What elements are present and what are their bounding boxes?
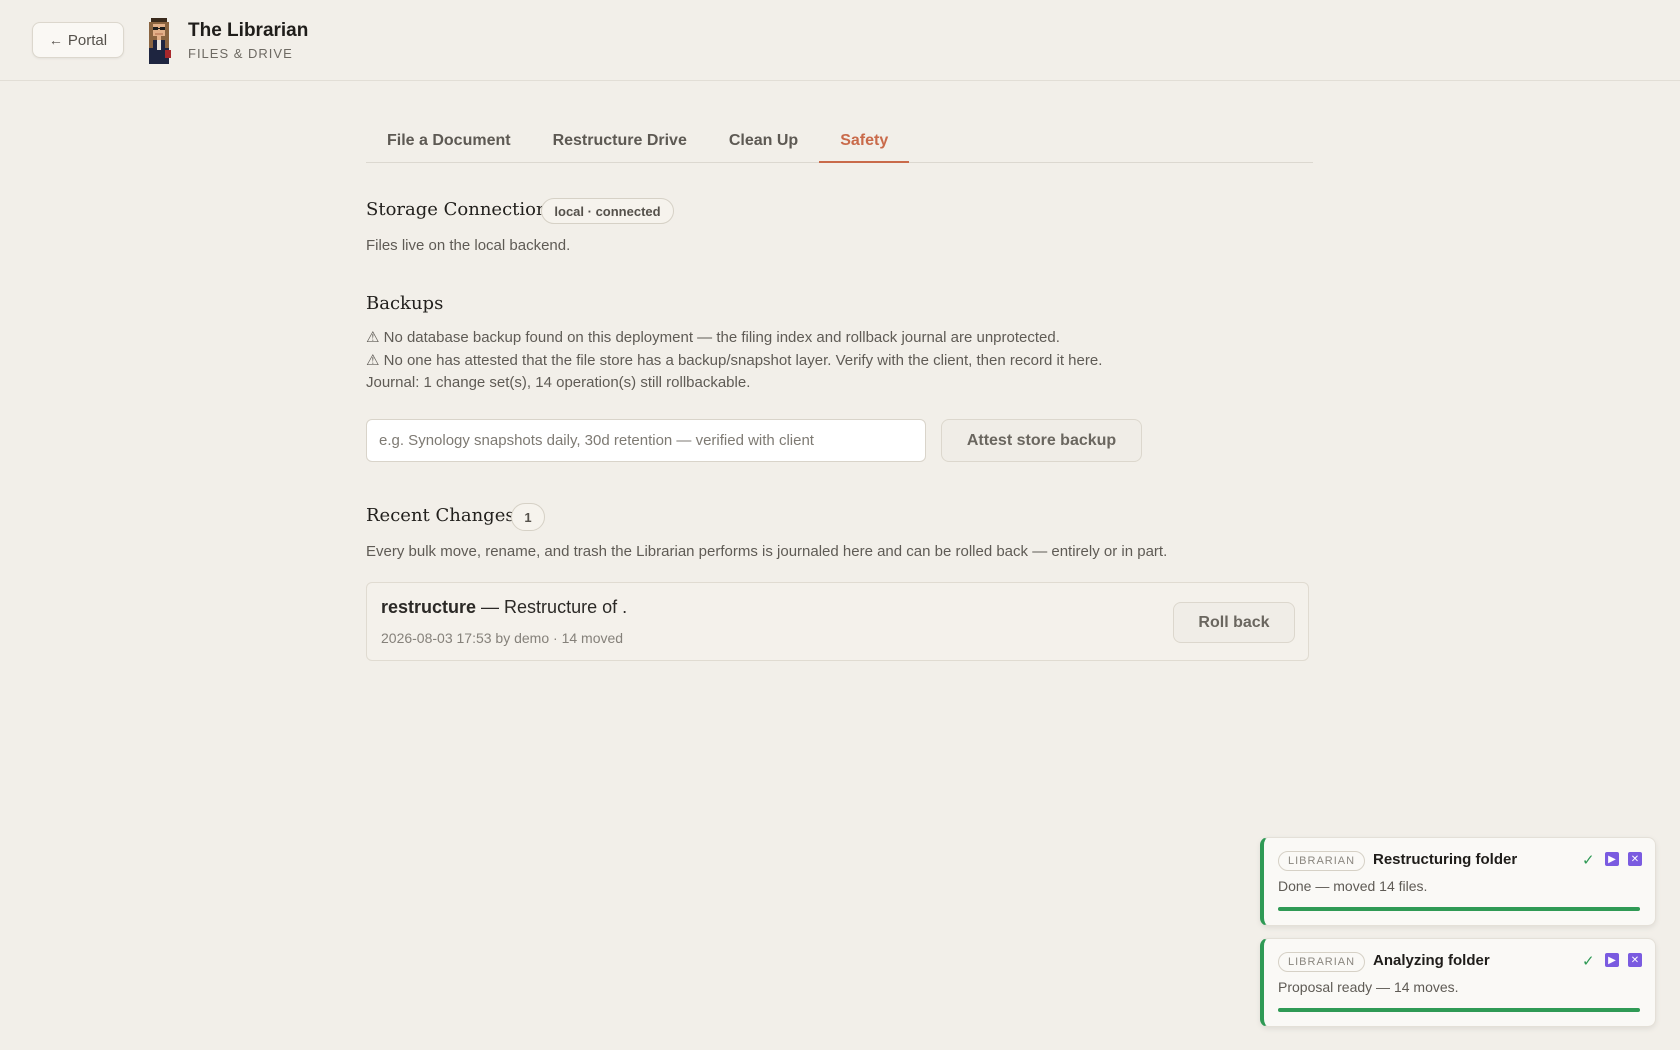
toast-title: Restructuring folder <box>1373 851 1518 868</box>
toast-progress-fill <box>1278 1008 1640 1012</box>
change-set-meta: 2026-08-03 17:53 by demo · 14 moved <box>381 630 624 646</box>
storage-status-badge: local · connected <box>541 198 674 224</box>
close-icon[interactable]: ✕ <box>1628 953 1642 967</box>
portal-back-button[interactable]: ← Portal <box>32 22 124 58</box>
app-subtitle: FILES & DRIVE <box>188 46 293 61</box>
play-icon[interactable]: ▶ <box>1605 852 1619 866</box>
close-icon[interactable]: ✕ <box>1628 852 1642 866</box>
toast-restructuring-folder: LIBRARIAN Restructuring folder ✓ ▶ ✕ Don… <box>1260 837 1656 926</box>
top-bar: ← Portal The Librarian FILES & DRIVE <box>0 0 1680 81</box>
toast-title: Analyzing folder <box>1373 952 1490 969</box>
tab-safety[interactable]: Safety <box>819 118 910 163</box>
tab-file-a-document[interactable]: File a Document <box>366 118 532 163</box>
storage-connection-title: Storage Connection <box>366 199 548 220</box>
toast-source-badge: LIBRARIAN <box>1278 952 1366 972</box>
toast-message: Done — moved 14 files. <box>1278 878 1428 894</box>
check-icon: ✓ <box>1582 953 1595 970</box>
recent-changes-count-badge: 1 <box>511 503 545 531</box>
backups-title: Backups <box>366 293 444 314</box>
change-set-heading: restructure — Restructure of . <box>381 597 627 618</box>
tab-bar: File a Document Restructure Drive Clean … <box>366 118 1313 163</box>
check-icon: ✓ <box>1582 852 1595 869</box>
change-set-summary: — Restructure of . <box>476 597 628 617</box>
toast-progress-track <box>1278 1008 1640 1012</box>
change-set-card: restructure — Restructure of . 2026-08-0… <box>366 582 1309 661</box>
tab-clean-up[interactable]: Clean Up <box>708 118 819 163</box>
recent-changes-title: Recent Changes <box>366 505 515 526</box>
arrow-left-icon: ← <box>48 32 63 48</box>
toast-progress-track <box>1278 907 1640 911</box>
toast-source-badge: LIBRARIAN <box>1278 851 1366 871</box>
toast-message: Proposal ready — 14 moves. <box>1278 979 1459 995</box>
toast-analyzing-folder: LIBRARIAN Analyzing folder ✓ ▶ ✕ Proposa… <box>1260 938 1656 1027</box>
toast-progress-fill <box>1278 907 1640 911</box>
backup-warning-store: ⚠ No one has attested that the file stor… <box>366 352 1103 369</box>
play-icon[interactable]: ▶ <box>1605 953 1619 967</box>
librarian-avatar <box>149 18 171 64</box>
journal-status: Journal: 1 change set(s), 14 operation(s… <box>366 374 751 391</box>
app-title: The Librarian <box>188 20 309 41</box>
storage-description: Files live on the local backend. <box>366 237 571 254</box>
roll-back-button[interactable]: Roll back <box>1173 602 1295 643</box>
backup-attestation-input[interactable] <box>366 419 926 462</box>
backup-warning-database: ⚠ No database backup found on this deplo… <box>366 329 1060 346</box>
portal-back-label: Portal <box>67 31 108 49</box>
change-set-kind: restructure <box>381 597 477 617</box>
attest-store-backup-button[interactable]: Attest store backup <box>941 419 1142 462</box>
recent-changes-description: Every bulk move, rename, and trash the L… <box>366 543 1168 560</box>
tab-restructure-drive[interactable]: Restructure Drive <box>532 118 708 163</box>
